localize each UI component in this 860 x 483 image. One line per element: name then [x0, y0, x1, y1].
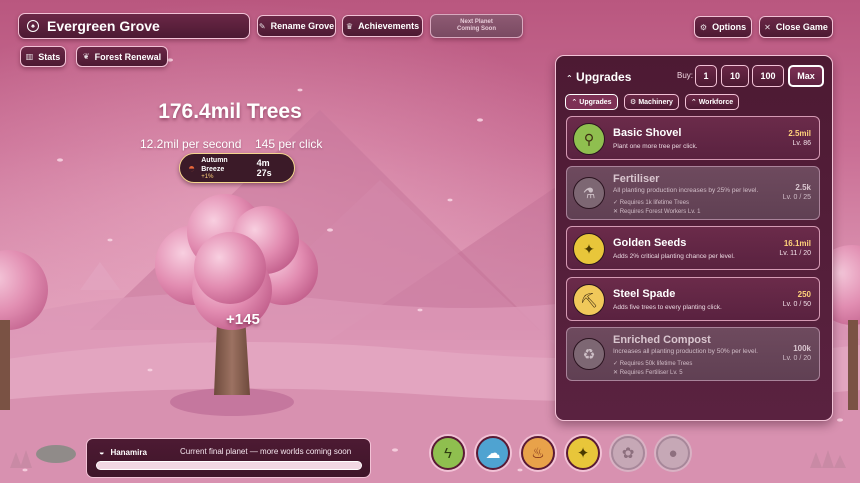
tree-count: 176.4mil Trees: [158, 100, 302, 123]
upgrade-cost: 16.1mil: [783, 239, 811, 248]
upgrade-card-basic-shovel[interactable]: ⚲ Basic Shovel Plant one more tree per c…: [566, 116, 820, 160]
options-button[interactable]: ⚙ Options: [694, 16, 752, 38]
per-click-rate: 145 per click: [255, 137, 323, 151]
trophy-icon: ♛: [345, 21, 354, 31]
tree-logo-icon: ♠: [27, 20, 39, 32]
sparkle-icon: ✦: [573, 233, 605, 265]
next-planet-button[interactable]: Next Planet Coming Soon: [430, 14, 523, 38]
event-name: Autumn Breeze: [201, 157, 228, 173]
upgrade-cost: 250: [797, 290, 811, 299]
upgrade-level: Lv. 11 / 20: [779, 250, 811, 257]
fan-leaf-icon: ◓: [188, 161, 196, 175]
event-badge: ◓ Autumn Breeze +1% 4m 27s: [179, 153, 295, 183]
upgrade-card-golden-seeds[interactable]: ✦ Golden Seeds Adds 2% critical planting…: [566, 226, 820, 270]
forest-renewal-button[interactable]: ❦ Forest Renewal: [76, 46, 168, 67]
requirement-unmet: ✕ Requires Fertiliser Lv. 5: [613, 370, 683, 376]
ability-rock-locked[interactable]: ●: [656, 436, 690, 470]
buy-1-button[interactable]: 1: [695, 65, 717, 87]
upgrade-level: Lv. 0 / 50: [782, 301, 811, 308]
click-popup: +145: [226, 311, 260, 328]
upgrade-cost: 100k: [793, 344, 811, 353]
grove-name: Evergreen Grove: [47, 18, 160, 34]
pickaxe-icon: ⛏: [573, 284, 605, 316]
planet-name: Hanamira: [110, 447, 147, 457]
buy-10-button[interactable]: 10: [721, 65, 749, 87]
shovel-icon: ⚲: [573, 123, 605, 155]
panel-title: ⌃ Upgrades: [566, 70, 632, 84]
requirement-met: ✓ Requires 50k lifetime Trees: [613, 361, 693, 367]
planet-progress-bar: ◒ Hanamira Current final planet — more w…: [86, 438, 371, 478]
event-bonus: +1%: [201, 174, 214, 180]
upgrade-cost: 2.5k: [795, 183, 811, 192]
planet-progress-track: [96, 461, 362, 470]
per-second-rate: 12.2mil per second: [140, 137, 242, 151]
leaf-icon: ❦: [82, 52, 90, 61]
ability-sparkle[interactable]: ✦: [566, 436, 600, 470]
lightning-icon: ϟ: [444, 444, 452, 462]
rose-icon: ✿: [621, 445, 635, 462]
tab-workforce[interactable]: ⌃ Workforce: [685, 94, 739, 110]
rock: [36, 445, 76, 463]
buy-label: Buy:: [677, 71, 694, 80]
gear-icon: ⚙: [699, 22, 708, 32]
ability-rose-locked[interactable]: ✿: [611, 436, 645, 470]
test-tube-icon: ⚗: [573, 177, 605, 209]
ability-storm[interactable]: ☁: [476, 436, 510, 470]
rename-grove-button[interactable]: ✎ Rename Grove: [257, 15, 336, 37]
arrow-up-icon: ⌃: [571, 99, 578, 106]
storm-cloud-icon: ☁: [485, 445, 501, 462]
chart-icon: ▥: [25, 52, 34, 61]
tab-machinery[interactable]: ⚙ Machinery: [624, 94, 679, 110]
rock-icon: ●: [668, 444, 678, 462]
tab-upgrades[interactable]: ⌃ Upgrades: [565, 94, 618, 110]
recycle-icon: ♻: [573, 338, 605, 370]
upgrades-panel: ⌃ Upgrades Buy: 1 10 100 Max ⌃ Upgrades …: [555, 55, 833, 421]
ability-horn[interactable]: ♨: [521, 436, 555, 470]
grove-title[interactable]: ♠ Evergreen Grove: [18, 13, 250, 39]
stats-button[interactable]: ▥ Stats: [20, 46, 66, 67]
close-icon: ✕: [764, 22, 771, 32]
upgrade-card-enriched-compost[interactable]: ♻ Enriched Compost Increases all plantin…: [566, 327, 820, 381]
close-game-button[interactable]: ✕ Close Game: [759, 16, 833, 38]
upgrade-arrow-icon: ⌃: [566, 74, 573, 83]
planet-progress-fill: [97, 462, 361, 469]
upgrade-card-steel-spade[interactable]: ⛏ Steel Spade Adds five trees to every p…: [566, 277, 820, 321]
cog-icon: ⚙: [630, 99, 637, 106]
buy-100-button[interactable]: 100: [752, 65, 784, 87]
worker-icon: ⌃: [690, 99, 697, 106]
sparkle-icon: ✦: [576, 445, 590, 462]
requirement-met: ✓ Requires 1k lifetime Trees: [613, 200, 690, 206]
upgrade-level: Lv. 0 / 25: [782, 194, 811, 201]
upgrade-level: Lv. 86: [792, 140, 811, 147]
upgrade-card-fertiliser[interactable]: ⚗ Fertiliser All planting production inc…: [566, 166, 820, 220]
event-timer: 4m 27s: [256, 158, 272, 178]
pencil-icon: ✎: [258, 21, 266, 31]
planet-message: Current final planet — more worlds comin…: [180, 447, 352, 456]
planet-icon: ◒: [99, 447, 105, 457]
upgrade-level: Lv. 0 / 20: [782, 355, 811, 362]
upgrade-cost: 2.5mil: [788, 129, 811, 138]
requirement-unmet: ✕ Requires Forest Workers Lv. 1: [613, 209, 701, 215]
achievements-button[interactable]: ♛ Achievements: [342, 15, 423, 37]
ability-lightning[interactable]: ϟ: [431, 436, 465, 470]
buy-max-button[interactable]: Max: [788, 65, 824, 87]
horn-icon: ♨: [531, 445, 545, 462]
